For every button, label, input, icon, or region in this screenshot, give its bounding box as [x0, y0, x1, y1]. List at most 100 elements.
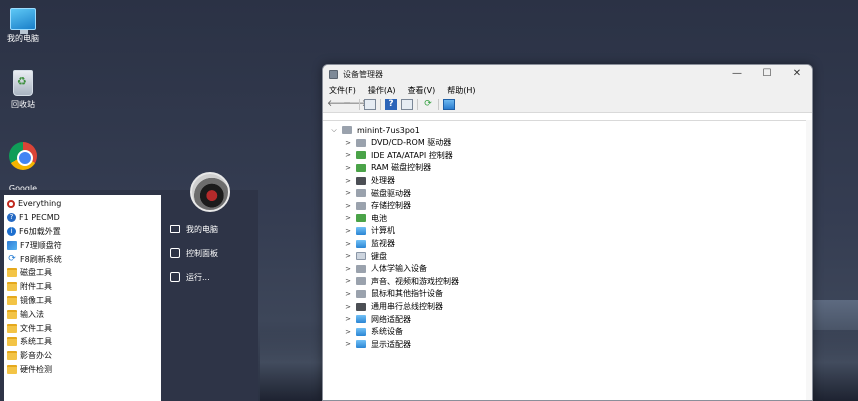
start-item-hardware-check[interactable]: 硬件检测 — [4, 363, 161, 377]
start-item-load-external[interactable]: i F6加载外置 — [4, 225, 161, 239]
tree-node-dvd[interactable]: > DVD/CD-ROM 驱动器 — [323, 137, 812, 150]
start-item-file-tools[interactable]: 文件工具 — [4, 321, 161, 335]
disk-drive-icon — [356, 189, 366, 198]
tree-node-ide[interactable]: > IDE ATA/ATAPI 控制器 — [323, 149, 812, 162]
chevron-right-icon[interactable]: > — [343, 277, 353, 285]
tree-node-display-adapters[interactable]: > 显示适配器 — [323, 338, 812, 351]
folder-icon — [7, 282, 17, 292]
chevron-right-icon[interactable]: > — [343, 303, 353, 311]
chevron-right-icon[interactable]: > — [343, 227, 353, 235]
folder-icon — [7, 364, 17, 374]
chevron-down-icon[interactable]: ⌵ — [329, 126, 339, 135]
chevron-right-icon[interactable]: > — [343, 240, 353, 248]
tree-node-storage-controllers[interactable]: > 存储控制器 — [323, 199, 812, 212]
folder-icon — [7, 309, 17, 319]
start-item-pecmd[interactable]: ? F1 PECMD — [4, 211, 161, 225]
tree-node-network-adapters[interactable]: > 网络适配器 — [323, 313, 812, 326]
maximize-button[interactable]: ☐ — [752, 65, 782, 83]
start-item-disk-tools[interactable]: 磁盘工具 — [4, 266, 161, 280]
chevron-right-icon[interactable]: > — [343, 252, 353, 260]
computer-icon — [356, 226, 366, 235]
run-icon — [170, 272, 180, 282]
tree-node-computer[interactable]: > 计算机 — [323, 225, 812, 238]
computer-icon — [10, 8, 36, 34]
start-right-control-panel[interactable]: 控制面板 — [170, 246, 218, 260]
mouse-icon — [356, 289, 366, 298]
info-icon: i — [7, 226, 16, 236]
monitor-icon[interactable] — [443, 99, 455, 110]
window-title: 设备管理器 — [343, 69, 383, 79]
menu-action[interactable]: 操作(A) — [368, 85, 396, 96]
show-hide-tree-icon[interactable] — [364, 99, 376, 110]
storage-controller-icon — [356, 201, 366, 210]
tree-root-computer[interactable]: ⌵ minint-7us3po1 — [323, 124, 812, 137]
help-icon[interactable]: ? — [385, 99, 397, 110]
dvd-icon — [356, 138, 366, 147]
folder-icon — [7, 323, 17, 333]
start-item-system-tools[interactable]: 系统工具 — [4, 335, 161, 349]
start-right-my-computer[interactable]: 我的电脑 — [170, 222, 218, 236]
desktop-icon-label: 我的电脑 — [7, 34, 39, 43]
recycle-bin-icon — [13, 70, 33, 96]
tree-node-keyboards[interactable]: > 键盘 — [323, 250, 812, 263]
menu-help[interactable]: 帮助(H) — [447, 85, 475, 96]
start-item-image-tools[interactable]: 镜像工具 — [4, 294, 161, 308]
desktop-icon-my-computer[interactable]: 我的电脑 — [0, 8, 46, 44]
start-item-drive-letters[interactable]: F7理顺盘符 — [4, 238, 161, 252]
vertical-scrollbar[interactable] — [806, 120, 812, 400]
menu-file[interactable]: 文件(F) — [329, 85, 356, 96]
monitor-icon — [356, 239, 366, 248]
tree-node-monitors[interactable]: > 监视器 — [323, 237, 812, 250]
tree-node-processor[interactable]: > 处理器 — [323, 174, 812, 187]
chevron-right-icon[interactable]: > — [343, 151, 353, 159]
wallpaper-water — [810, 300, 858, 330]
start-right-run[interactable]: 运行... — [170, 270, 210, 284]
avatar[interactable] — [190, 172, 230, 212]
back-arrow-icon[interactable]: 🡐 — [327, 99, 351, 110]
tree-node-battery[interactable]: > 电池 — [323, 212, 812, 225]
tree-node-usb[interactable]: > 通用串行总线控制器 — [323, 300, 812, 313]
start-item-accessory-tools[interactable]: 附件工具 — [4, 280, 161, 294]
tree-node-ram-disk[interactable]: > RAM 磁盘控制器 — [323, 162, 812, 175]
start-item-refresh-system[interactable]: ⟳ F8刷新系统 — [4, 252, 161, 266]
chevron-right-icon[interactable]: > — [343, 164, 353, 172]
start-item-everything[interactable]: Everything — [4, 197, 161, 211]
chevron-right-icon[interactable]: > — [343, 214, 353, 222]
chevron-right-icon[interactable]: > — [343, 202, 353, 210]
chevron-right-icon[interactable]: > — [343, 340, 353, 348]
chevron-right-icon[interactable]: > — [343, 315, 353, 323]
start-item-input-method[interactable]: 输入法 — [4, 307, 161, 321]
toolbar: 🡐 🡒 ? ⟳ — [323, 97, 812, 113]
folder-icon — [7, 351, 17, 361]
menu-view[interactable]: 查看(V) — [408, 85, 436, 96]
chevron-right-icon[interactable]: > — [343, 177, 353, 185]
scan-hardware-icon[interactable]: ⟳ — [422, 99, 434, 110]
forward-arrow-icon[interactable]: 🡒 — [343, 99, 367, 110]
tree-node-disk-drives[interactable]: > 磁盘驱动器 — [323, 187, 812, 200]
chevron-right-icon[interactable]: > — [343, 290, 353, 298]
help-icon: ? — [7, 213, 16, 223]
minimize-button[interactable]: — — [722, 65, 752, 83]
close-button[interactable]: ✕ — [782, 65, 812, 83]
chevron-right-icon[interactable]: > — [343, 328, 353, 336]
device-tree: ⌵ minint-7us3po1 > DVD/CD-ROM 驱动器 > IDE AT… — [323, 120, 812, 400]
chevron-right-icon[interactable]: > — [343, 265, 353, 273]
tree-node-system-devices[interactable]: > 系统设备 — [323, 325, 812, 338]
properties-icon[interactable] — [401, 99, 413, 110]
toolbar-divider — [380, 99, 381, 110]
keyboard-icon — [356, 252, 366, 261]
tree-node-sound[interactable]: > 声音、视频和游戏控制器 — [323, 275, 812, 288]
refresh-icon: ⟳ — [8, 253, 16, 264]
tree-node-hid[interactable]: > 人体学输入设备 — [323, 262, 812, 275]
chevron-right-icon[interactable]: > — [343, 189, 353, 197]
tree-node-mice[interactable]: > 鼠标和其他指针设备 — [323, 288, 812, 301]
desktop-icon-recycle-bin[interactable]: 回收站 — [0, 70, 46, 110]
system-devices-icon — [356, 327, 366, 336]
start-item-media-office[interactable]: 影音办公 — [4, 349, 161, 363]
processor-icon — [356, 176, 366, 185]
menu-bar: 文件(F) 操作(A) 查看(V) 帮助(H) — [323, 83, 812, 97]
title-bar[interactable]: 设备管理器 — ☐ ✕ — [323, 65, 812, 83]
chevron-right-icon[interactable]: > — [343, 139, 353, 147]
folder-icon — [7, 295, 17, 305]
toolbar-divider — [359, 99, 360, 110]
